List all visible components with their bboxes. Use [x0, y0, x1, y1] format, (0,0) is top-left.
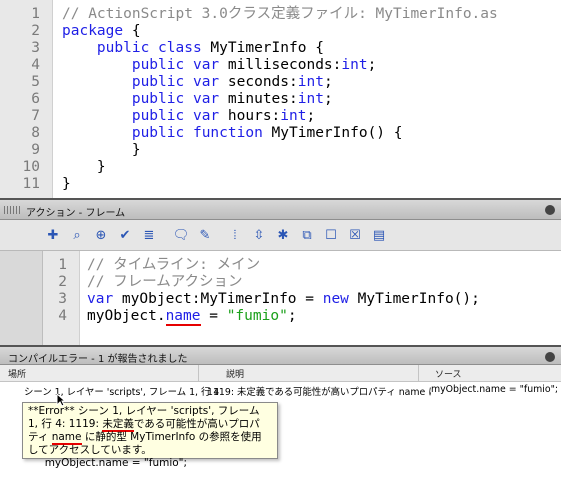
line-number: 11 — [22, 176, 40, 192]
actions-panel-title: アクション - フレーム — [26, 208, 126, 219]
column-header-description[interactable]: 説明 — [226, 367, 244, 380]
tooltip-line: してアクセスしています。 — [28, 444, 152, 456]
code-text: public var hours:int; — [131, 108, 316, 124]
code-text: package { — [62, 23, 141, 39]
line-number: 6 — [31, 91, 40, 107]
toolbox-strip — [0, 251, 42, 345]
code-text: myObject.name = "fumio"; — [87, 308, 297, 326]
compiler-errors-panel: コンパイルエラー - 1 が報告されました 場所 説明 ソース シーン 1, レ… — [0, 345, 561, 488]
line-number: 1 — [31, 6, 40, 22]
code-text: // タイムライン: メイン — [87, 257, 261, 273]
code-text: public class MyTimerInfo { — [96, 40, 324, 56]
code-text: var myObject:MyTimerInfo = new MyTimerIn… — [87, 291, 480, 307]
auto-format-icon[interactable]: ≣ — [140, 226, 158, 244]
code-text: } — [62, 142, 141, 158]
panel-grip-icon[interactable] — [4, 206, 20, 214]
target-path-icon[interactable]: ⊕ — [92, 226, 110, 244]
actions-panel: アクション - フレーム ✚ ⌕ ⊕ ✔ ≣ 🗨 ✎ ⦙ ⇳ ✱ ⧉ ☐ ☒ ▤ 1 // タイムライン: … — [0, 198, 561, 345]
check-syntax-icon[interactable]: ✔ — [116, 226, 134, 244]
line-number: 4 — [31, 57, 40, 73]
code-hint-icon[interactable]: 🗨 — [172, 226, 190, 244]
line-number: 5 — [31, 74, 40, 90]
line-number: 2 — [31, 23, 40, 39]
remove-comment-icon[interactable]: ☒ — [346, 226, 364, 244]
line-number: 1 — [58, 257, 67, 273]
code-text: public var milliseconds:int; — [131, 57, 377, 73]
code-text: public var minutes:int; — [131, 91, 333, 107]
code-text: // ActionScript 3.0クラス定義ファイル: MyTimerInf… — [62, 6, 498, 22]
apply-line-comment-icon[interactable]: ☐ — [322, 226, 340, 244]
debug-options-icon[interactable]: ✎ — [196, 226, 214, 244]
error-description: 1119: 未定義である可能性が高いプロパティ name に静的 — [207, 387, 431, 398]
show-hide-toolbox-icon[interactable]: ▤ — [370, 226, 388, 244]
error-location: シーン 1, レイヤー 'scripts', フレーム 1, 行 4 — [24, 387, 220, 398]
script-pane[interactable]: 1 // タイムライン: メイン 2 // フレームアクション 3 var myObjec… — [42, 251, 561, 345]
panel-menu-icon[interactable] — [545, 352, 555, 362]
actions-toolbar: ✚ ⌕ ⊕ ✔ ≣ 🗨 ✎ ⦙ ⇳ ✱ ⧉ ☐ ☒ ▤ — [0, 220, 561, 251]
line-number: 7 — [31, 108, 40, 124]
line-number: 4 — [58, 308, 67, 324]
collapse-between-braces-icon[interactable]: ⦙ — [226, 226, 244, 244]
code-text: public function MyTimerInfo() { — [131, 125, 403, 141]
error-row[interactable]: シーン 1, レイヤー 'scripts', フレーム 1, 行 4 1119:… — [0, 382, 561, 398]
errors-panel-titlebar[interactable]: コンパイルエラー - 1 が報告されました — [0, 345, 561, 365]
code-text: // フレームアクション — [87, 274, 243, 290]
code-text: } — [62, 176, 71, 192]
expand-all-icon[interactable]: ✱ — [274, 226, 292, 244]
error-column-headers: 場所 説明 ソース — [0, 365, 561, 382]
column-header-location[interactable]: 場所 — [8, 367, 26, 380]
tooltip-line: ティ name に静的型 MyTimerInfo の参照を使用 — [28, 431, 262, 445]
add-statement-icon[interactable]: ✚ — [44, 226, 62, 244]
column-header-source[interactable]: ソース — [435, 367, 462, 380]
panel-menu-icon[interactable] — [545, 205, 555, 215]
apply-block-comment-icon[interactable]: ⧉ — [298, 226, 316, 244]
errors-panel-title: コンパイルエラー - 1 が報告されました — [8, 354, 188, 365]
error-tooltip: **Error** シーン 1, レイヤー 'scripts', フレーム 1,… — [22, 402, 278, 469]
collapse-selection-icon[interactable]: ⇳ — [250, 226, 268, 244]
tooltip-line: myObject.name = "fumio"; — [28, 457, 188, 469]
line-number: 3 — [31, 40, 40, 56]
code-text: } — [62, 159, 106, 175]
mouse-pointer-icon — [56, 393, 66, 407]
class-file-editor[interactable]: 1 // ActionScript 3.0クラス定義ファイル: MyTimerIn… — [0, 0, 561, 198]
line-number: 9 — [31, 142, 40, 158]
line-number: 3 — [58, 291, 67, 307]
actions-panel-titlebar[interactable]: アクション - フレーム — [0, 198, 561, 220]
line-number: 10 — [22, 159, 40, 175]
find-icon[interactable]: ⌕ — [68, 226, 86, 244]
code-text: public var seconds:int; — [131, 74, 333, 90]
line-number: 2 — [58, 274, 67, 290]
tooltip-line: 1, 行 4: 1119: 未定義である可能性が高いプロパ — [28, 418, 260, 432]
line-number: 8 — [31, 125, 40, 141]
error-source: myObject.name = "fumio"; — [431, 384, 559, 395]
